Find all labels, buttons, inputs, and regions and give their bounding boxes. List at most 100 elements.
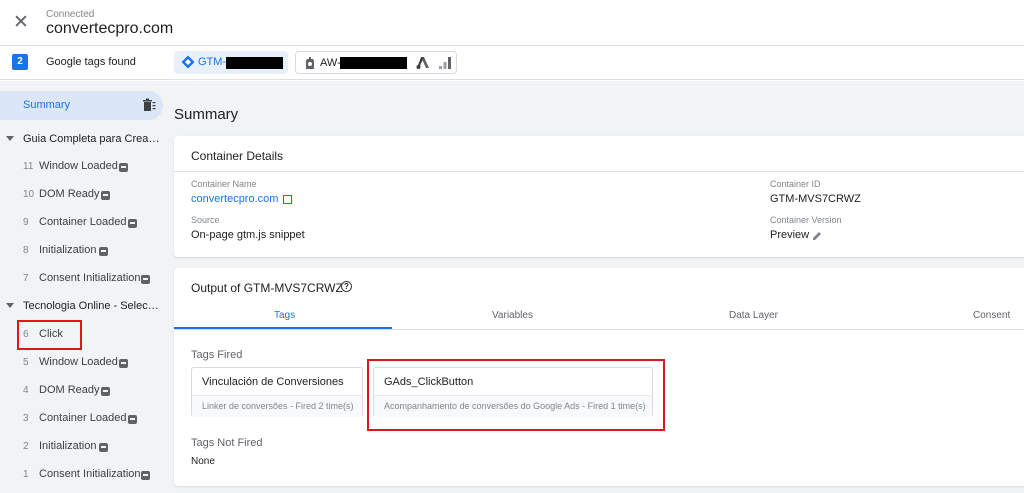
sidebar-item-summary[interactable]: Summary (0, 91, 163, 120)
event-label: Consent Initialization (39, 272, 141, 284)
divider (174, 171, 1024, 172)
gtm-diamond-icon (181, 55, 195, 69)
card-title: Output of GTM-MVS7CRWZ (191, 281, 343, 295)
event-sidebar: Summary Guia Completa para Crear ... 11 … (0, 81, 164, 493)
tag-detail: Linker de conversões - Fired 2 time(s) (202, 401, 354, 411)
container-version-label: Container Version (770, 215, 842, 225)
pencil-icon[interactable] (812, 231, 822, 241)
event-label: DOM Ready (39, 188, 100, 200)
event-type-icon (101, 387, 110, 396)
tab-variables[interactable]: Variables (492, 310, 533, 321)
tag-footer: Linker de conversões - Fired 2 time(s) (192, 395, 362, 417)
section-title: Guia Completa para Crear ... (23, 133, 161, 145)
event-type-icon (101, 191, 110, 200)
event-number: 11 (23, 161, 34, 172)
sidebar-item-label: Summary (23, 99, 71, 111)
event-type-icon (128, 415, 137, 424)
tag-bar: 2 Google tags found GTM- AW- (0, 46, 1024, 80)
open-external-icon (283, 194, 293, 204)
event-label: Container Loaded (39, 412, 127, 424)
sidebar-event-item[interactable]: 5 Window Loaded (0, 355, 164, 373)
tab-consent[interactable]: Consent (973, 310, 1010, 321)
tags-found-label: Google tags found (46, 56, 136, 68)
redaction-bar (226, 57, 283, 69)
clear-all-icon[interactable] (142, 98, 156, 112)
collapse-caret-icon (6, 136, 14, 141)
tag-count-badge: 2 (12, 54, 28, 70)
sidebar-event-item[interactable]: 2 Initialization (0, 439, 164, 457)
event-type-icon (99, 247, 108, 256)
output-tabs: Tags Variables Data Layer Consent (174, 305, 1024, 329)
container-details-card: Container Details Container Name convert… (174, 136, 1024, 257)
sidebar-event-item[interactable]: 8 Initialization (0, 243, 164, 261)
page-section-header[interactable]: Guia Completa para Crear ... (0, 133, 164, 151)
event-label: Window Loaded (39, 356, 118, 368)
header-bar: ✕ Connected convertecpro.com (0, 0, 1024, 46)
section-title: Tecnologia Online - Selecc... (23, 300, 161, 312)
source-value: On-page gtm.js snippet (191, 229, 305, 241)
event-label: Initialization (39, 440, 97, 452)
tags-not-fired-value: None (191, 456, 215, 467)
aw-chip-label: AW- (320, 57, 341, 69)
tag-name: Vinculación de Conversiones (202, 376, 344, 388)
gtm-chip-label: GTM- (198, 56, 227, 68)
tab-data-layer[interactable]: Data Layer (729, 310, 778, 321)
sidebar-event-item[interactable]: 9 Container Loaded (0, 215, 164, 233)
sidebar-event-item[interactable]: 4 DOM Ready (0, 383, 164, 401)
sidebar-event-item[interactable]: 1 Consent Initialization (0, 467, 164, 485)
divider (174, 329, 1024, 330)
sidebar-event-item[interactable]: 3 Container Loaded (0, 411, 164, 429)
connected-domain: convertecpro.com (46, 20, 174, 37)
gtm-tag-chip[interactable]: GTM- (174, 51, 288, 74)
event-label: DOM Ready (39, 384, 100, 396)
main-panel: Summary Container Details Container Name… (164, 81, 1024, 493)
fired-tag-card[interactable]: Vinculación de Conversiones Linker de co… (191, 367, 363, 417)
event-label: Consent Initialization (39, 468, 141, 480)
google-ads-tag-icon (306, 57, 314, 69)
event-type-icon (119, 163, 128, 172)
event-type-icon (128, 219, 137, 228)
event-type-icon (141, 275, 150, 284)
event-type-icon (141, 471, 150, 480)
event-type-icon (99, 443, 108, 452)
close-icon[interactable]: ✕ (10, 12, 32, 34)
event-number: 4 (23, 385, 29, 396)
highlight-box (367, 359, 665, 431)
page-title: Summary (174, 106, 239, 123)
tags-not-fired-label: Tags Not Fired (191, 437, 263, 449)
card-title: Container Details (191, 149, 284, 163)
analytics-icon (439, 57, 451, 69)
event-number: 10 (23, 189, 35, 200)
event-type-icon (119, 359, 128, 368)
container-id-value: GTM-MVS7CRWZ (770, 193, 861, 205)
container-version-value: Preview (770, 229, 810, 241)
event-number: 5 (23, 357, 29, 368)
container-name-label: Container Name (191, 179, 257, 189)
collapse-caret-icon (6, 303, 14, 308)
event-label: Initialization (39, 244, 97, 256)
google-ads-icon (416, 57, 429, 69)
event-label: Window Loaded (39, 160, 118, 172)
event-number: 1 (23, 469, 29, 480)
aw-tag-chip[interactable]: AW- (295, 51, 457, 74)
event-number: 3 (23, 413, 29, 424)
tab-tags[interactable]: Tags (274, 310, 295, 321)
event-number: 2 (23, 441, 29, 452)
help-icon[interactable]: ? (341, 281, 352, 292)
sidebar-event-item[interactable]: 7 Consent Initialization (0, 271, 164, 289)
tags-fired-label: Tags Fired (191, 349, 243, 361)
container-name-link[interactable]: convertecpro.com (191, 193, 293, 205)
event-number: 8 (23, 245, 29, 256)
page-section-header[interactable]: Tecnologia Online - Selecc... (0, 300, 164, 318)
event-label: Container Loaded (39, 216, 127, 228)
sidebar-event-item[interactable]: 11 Window Loaded (0, 159, 164, 177)
redaction-bar (340, 57, 407, 69)
source-label: Source (191, 215, 220, 225)
connection-status: Connected (46, 9, 95, 20)
container-id-label: Container ID (770, 179, 821, 189)
event-number: 7 (23, 273, 29, 284)
container-name-value: convertecpro.com (191, 193, 279, 205)
event-number: 9 (23, 217, 29, 228)
sidebar-event-item[interactable]: 10 DOM Ready (0, 187, 164, 205)
highlight-box (17, 320, 82, 350)
